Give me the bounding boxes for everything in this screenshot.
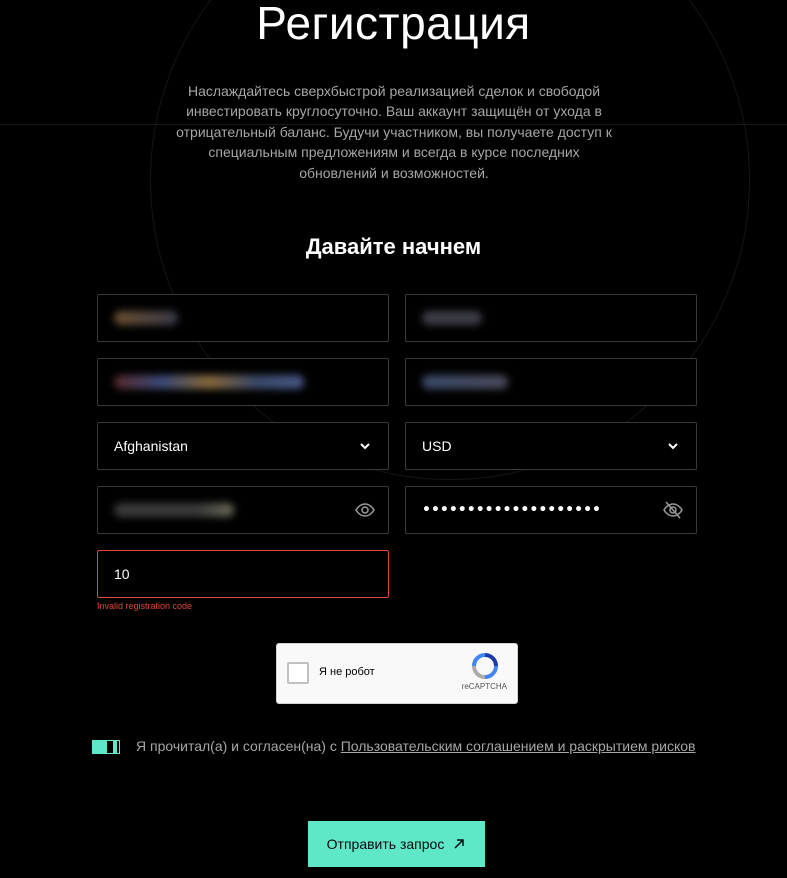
recaptcha-checkbox[interactable]	[287, 662, 309, 684]
agreement-prefix: Я прочитал(а) и согласен(на) с	[136, 738, 341, 754]
page-title: Регистрация	[256, 0, 531, 49]
submit-label: Отправить запрос	[326, 836, 445, 852]
first-name-field[interactable]	[97, 294, 389, 342]
redacted-value	[422, 311, 482, 325]
agreement-link[interactable]: Пользовательским соглашением и раскрытие…	[341, 738, 696, 754]
registration-code-value: 10	[114, 566, 130, 582]
recaptcha-label: Я не робот	[319, 666, 375, 678]
recaptcha-logo-icon	[472, 653, 498, 679]
eye-icon[interactable]	[354, 499, 376, 521]
form-subtitle: Давайте начнем	[305, 234, 482, 259]
confirm-password-field[interactable]: ••••••••••••••••••••	[405, 486, 697, 534]
submit-button[interactable]: Отправить запрос	[308, 821, 485, 867]
currency-value: USD	[422, 438, 452, 454]
redacted-value	[114, 503, 234, 517]
chevron-down-icon	[360, 443, 370, 450]
redacted-value	[422, 375, 508, 389]
arrow-up-right-icon	[454, 839, 465, 849]
registration-code-field[interactable]: 10	[97, 550, 389, 598]
recaptcha-brand: reCAPTCHA	[461, 682, 507, 691]
password-masked: ••••••••••••••••••••	[422, 502, 601, 518]
redacted-value	[114, 311, 178, 325]
agreement-toggle[interactable]	[92, 740, 120, 754]
registration-code-error: Invalid registration code	[97, 601, 193, 611]
country-value: Afghanistan	[114, 438, 188, 454]
agreement-text: Я прочитал(а) и согласен(на) с Пользоват…	[136, 738, 696, 754]
toggle-fill	[93, 741, 107, 753]
intro-text: Наслаждайтесь сверхбыстрой реализацией с…	[176, 83, 612, 181]
chevron-down-icon	[668, 443, 678, 450]
recaptcha-widget: Я не робот reCAPTCHA	[276, 643, 518, 704]
toggle-knob	[113, 741, 117, 753]
currency-select[interactable]: USD	[405, 422, 697, 470]
country-select[interactable]: Afghanistan	[97, 422, 389, 470]
redacted-value	[114, 375, 304, 389]
last-name-field[interactable]	[405, 294, 697, 342]
eye-off-icon[interactable]	[662, 499, 684, 521]
email-field[interactable]	[97, 358, 389, 406]
password-field[interactable]	[97, 486, 389, 534]
phone-field[interactable]	[405, 358, 697, 406]
